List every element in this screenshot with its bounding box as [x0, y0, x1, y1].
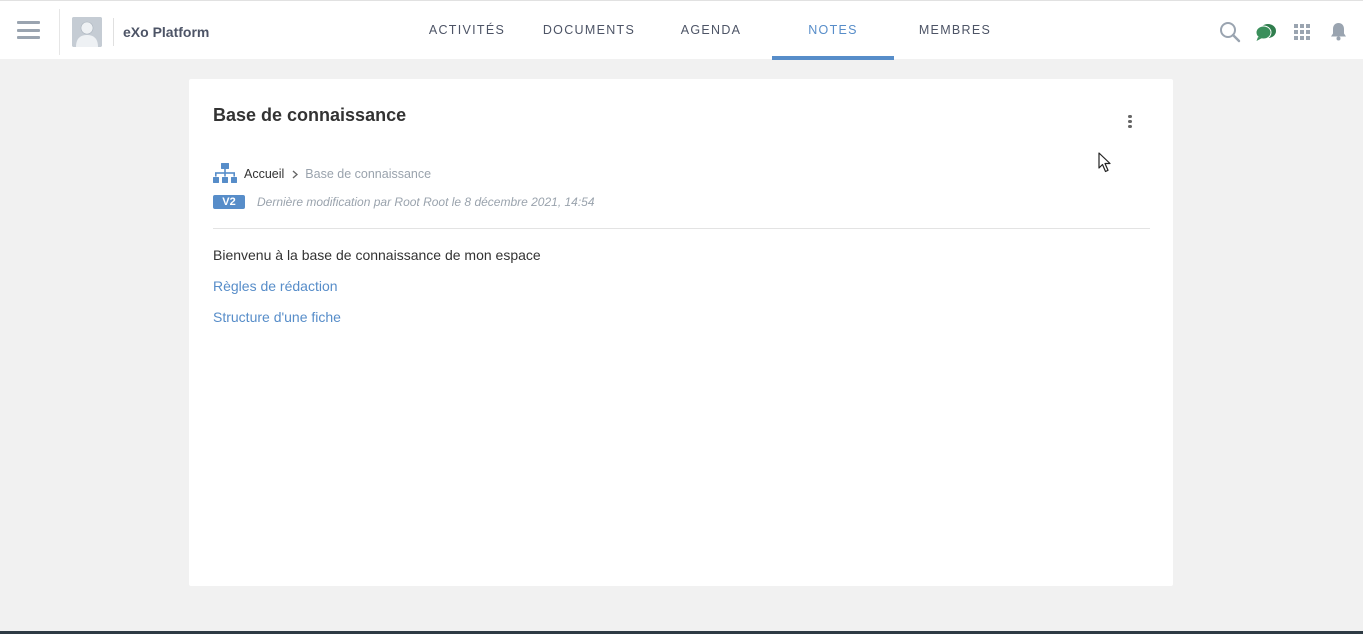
breadcrumb-home[interactable]: Accueil	[244, 167, 284, 181]
breadcrumb: Accueil Base de connaissance	[213, 163, 431, 185]
notifications-bell-icon[interactable]	[1330, 22, 1347, 46]
chevron-right-icon	[292, 169, 299, 179]
page-title: Base de connaissance	[213, 105, 407, 125]
tab-notes[interactable]: NOTES	[772, 1, 894, 60]
mouse-pointer-icon	[1098, 152, 1111, 173]
note-content: Bienvenu à la base de connaissance de mo…	[213, 247, 541, 340]
divider	[59, 9, 60, 55]
note-intro-text: Bienvenu à la base de connaissance de mo…	[213, 247, 541, 263]
chat-icon[interactable]	[1255, 22, 1277, 47]
tab-agenda[interactable]: AGENDA	[650, 1, 772, 60]
space-name[interactable]: eXo Platform	[123, 24, 209, 40]
apps-grid-icon[interactable]	[1294, 24, 1310, 45]
breadcrumb-current[interactable]: Base de connaissance	[305, 167, 431, 181]
top-navigation-bar: eXo Platform ACTIVITÉS DOCUMENTS AGENDA …	[0, 0, 1363, 60]
space-tabs: ACTIVITÉS DOCUMENTS AGENDA NOTES MEMBRES	[406, 1, 1016, 60]
version-badge[interactable]: V2	[213, 195, 245, 209]
space-avatar[interactable]	[72, 17, 102, 47]
version-info: V2 Dernière modification par Root Root l…	[213, 195, 595, 209]
link-regles-redaction[interactable]: Règles de rédaction	[213, 278, 338, 294]
divider	[113, 18, 114, 46]
hamburger-menu-icon[interactable]	[17, 21, 40, 39]
link-structure-fiche[interactable]: Structure d'une fiche	[213, 309, 341, 325]
tab-membres[interactable]: MEMBRES	[894, 1, 1016, 60]
last-modified-text: Dernière modification par Root Root le 8…	[257, 195, 595, 209]
note-tree-icon[interactable]	[213, 163, 237, 185]
tab-documents[interactable]: DOCUMENTS	[528, 1, 650, 60]
more-actions-icon[interactable]	[1124, 115, 1136, 131]
search-icon[interactable]	[1219, 21, 1241, 48]
divider	[213, 228, 1150, 229]
note-card: Base de connaissance Accueil Base de con…	[189, 79, 1173, 586]
tab-activites[interactable]: ACTIVITÉS	[406, 1, 528, 60]
